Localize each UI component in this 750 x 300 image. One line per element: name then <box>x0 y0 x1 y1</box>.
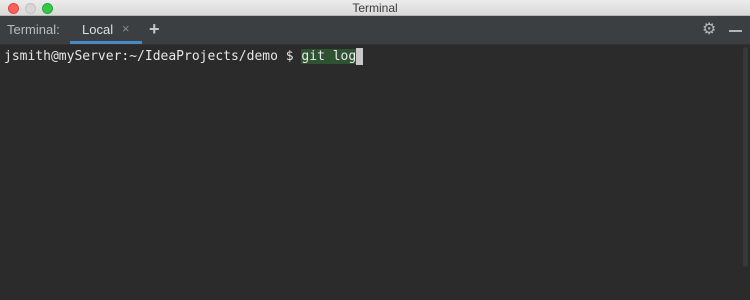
tab-label: Local <box>82 22 114 37</box>
tab-local[interactable]: Local × <box>70 16 142 44</box>
typed-command: git log <box>301 49 357 64</box>
terminal-line: jsmith@myServer:~/IdeaProjects/demo $ gi… <box>4 48 364 66</box>
shell-prompt: jsmith@myServer:~/IdeaProjects/demo $ <box>4 49 302 64</box>
minimize-icon[interactable] <box>729 30 742 32</box>
text-cursor <box>356 48 364 65</box>
terminal-output[interactable]: jsmith@myServer:~/IdeaProjects/demo $ gi… <box>0 45 750 300</box>
window-title: Terminal <box>352 1 398 15</box>
terminal-tab-bar: Terminal: Local × + ⚙ <box>0 16 750 45</box>
gear-icon[interactable]: ⚙ <box>702 21 716 39</box>
tool-window-title: Terminal: <box>7 22 60 37</box>
vertical-scrollbar[interactable] <box>743 47 748 267</box>
close-tab-icon[interactable]: × <box>122 21 130 37</box>
new-tab-plus-icon[interactable]: + <box>149 19 160 39</box>
terminal-window: Terminal Terminal: Local × + ⚙ jsmith@my… <box>0 0 750 300</box>
title-bar: Terminal <box>0 0 750 16</box>
